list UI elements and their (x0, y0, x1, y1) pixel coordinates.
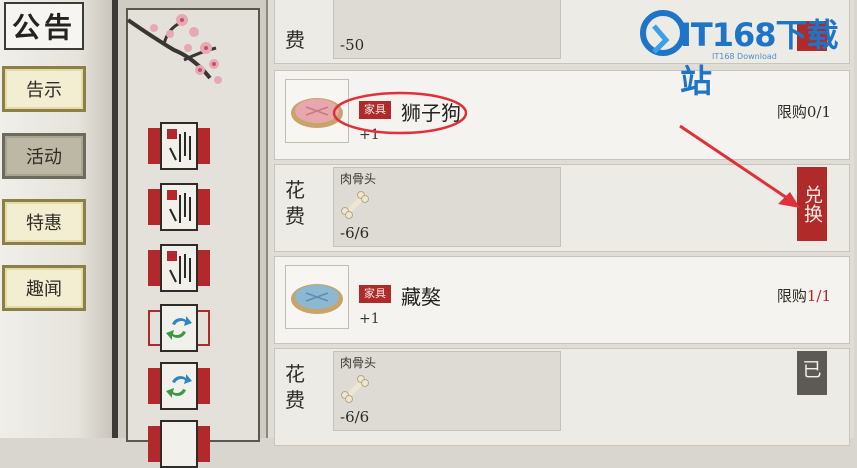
cost-row: 花费 肉骨头 -6/6 兑换 (274, 164, 850, 252)
blue-rug-icon (291, 284, 343, 314)
item-thumbnail (285, 79, 349, 143)
item-quantity: +1 (359, 311, 380, 327)
item-quantity: +1 (359, 127, 380, 143)
cost-slot: 肉骨头 -6/6 (333, 351, 561, 431)
cost-item-name: 肉骨头 (340, 172, 377, 186)
category-tag: 家具 (359, 285, 391, 303)
purchase-limit: 限购0/1 (777, 101, 831, 122)
limit-count: 1/1 (806, 287, 831, 305)
watermark-subtext: IT168 Download (712, 52, 777, 61)
cost-count: -50 (340, 36, 365, 54)
scroll-icon (160, 420, 198, 468)
cost-count: -6/6 (340, 408, 370, 426)
bone-icon (341, 375, 369, 403)
page-title: 公告 (4, 2, 84, 50)
watermark-logo: IT168下载站 IT168 Download (640, 2, 854, 100)
scroll-icon (160, 183, 198, 231)
cost-row: 花费 肉骨头 -6/6 已 (274, 348, 850, 446)
limit-count: 0/1 (806, 103, 831, 121)
limit-label: 限购 (776, 287, 807, 305)
purchase-limit: 限购1/1 (777, 285, 831, 306)
item-name: 狮子狗 (401, 101, 461, 125)
cost-label: 花费 (285, 178, 305, 228)
nav-tab-notice[interactable]: 告示 (2, 66, 86, 112)
redeem-button-label: 兑换 (801, 185, 823, 223)
event-entry[interactable] (148, 420, 210, 468)
plum-blossom-decoration (126, 14, 222, 84)
pink-rug-icon (291, 98, 343, 128)
limit-label: 限购 (776, 103, 807, 121)
nav-tab-events[interactable]: 活动 (2, 133, 86, 179)
event-entry[interactable] (148, 244, 210, 292)
item-name: 藏獒 (401, 285, 441, 309)
cost-count: -6/6 (340, 224, 370, 242)
redeemed-button: 已 (797, 351, 827, 395)
cost-item-name: 肉骨头 (340, 356, 377, 370)
scroll-icon (160, 244, 198, 292)
event-shelf (112, 0, 266, 468)
category-tag: 家具 (359, 101, 391, 119)
cost-slot: 肉骨头 -6/6 (333, 167, 561, 247)
left-nav: 公告 告示 活动 特惠 趣闻 (0, 0, 112, 438)
scroll-icon (160, 122, 198, 170)
refresh-icon (160, 304, 198, 352)
event-entry[interactable] (148, 362, 210, 410)
event-entry[interactable] (148, 304, 210, 352)
cost-slot: -50 (333, 0, 561, 59)
cost-label: 费 (285, 28, 305, 52)
nav-tab-deals[interactable]: 特惠 (2, 199, 86, 245)
item-thumbnail (285, 265, 349, 329)
bone-icon (341, 191, 369, 219)
event-entry[interactable] (148, 122, 210, 170)
cost-label: 花费 (285, 362, 305, 412)
redeem-button[interactable]: 兑换 (797, 167, 827, 241)
refresh-icon (160, 362, 198, 410)
exchange-item: 家具 藏獒 +1 限购1/1 (274, 256, 850, 344)
redeemed-button-label: 已 (802, 359, 822, 381)
nav-tab-stories[interactable]: 趣闻 (2, 265, 86, 311)
event-entry[interactable] (148, 183, 210, 231)
